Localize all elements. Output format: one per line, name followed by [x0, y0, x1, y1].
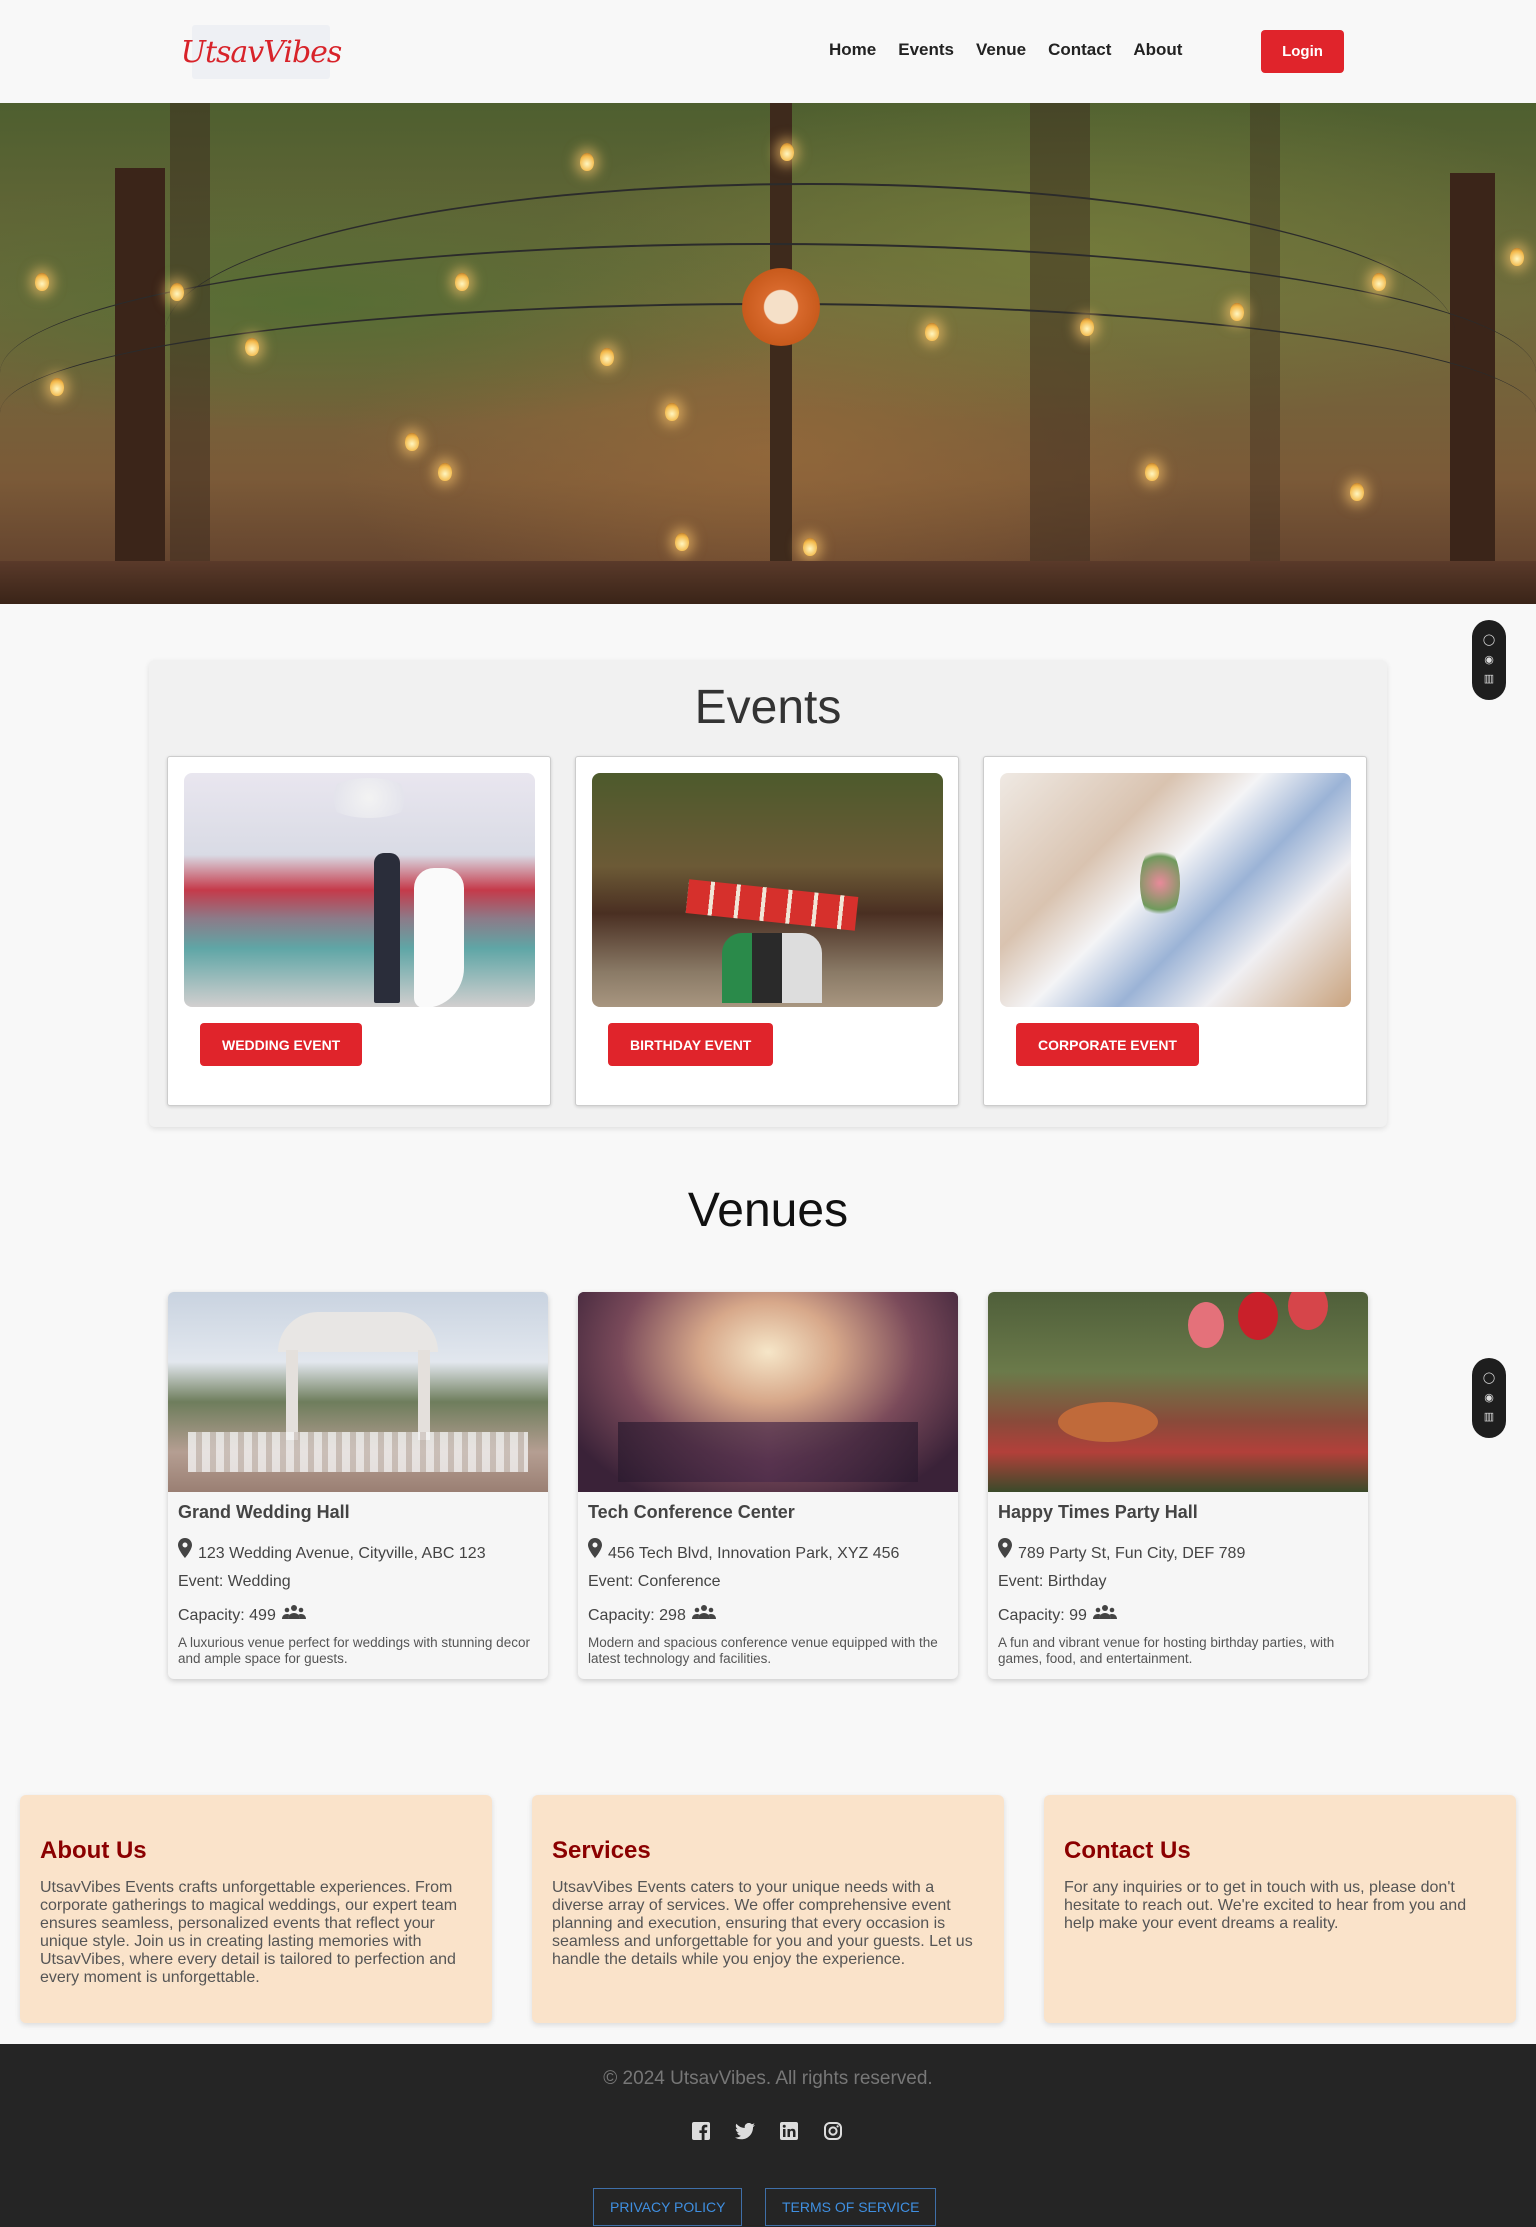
venue-description: A fun and vibrant venue for hosting birt… — [998, 1635, 1335, 1666]
services-box: Services UtsavVibes Events caters to you… — [532, 1795, 1004, 2023]
book-icon[interactable]: ▥ — [1484, 1412, 1494, 1423]
social-links — [690, 2120, 844, 2142]
wedding-hall-image — [168, 1292, 548, 1492]
site-header: UtsavVibes Home Events Venue Contact Abo… — [0, 0, 1536, 103]
venue-description: Modern and spacious conference venue equ… — [588, 1635, 938, 1666]
nav-events[interactable]: Events — [898, 40, 954, 60]
nav-venue[interactable]: Venue — [976, 40, 1026, 60]
venue-capacity-text: Capacity: 499 — [178, 1607, 276, 1624]
eye-icon[interactable]: ◉ — [1484, 1392, 1494, 1404]
services-title: Services — [552, 1837, 651, 1864]
event-card-corporate: CORPORATE EVENT — [983, 756, 1367, 1106]
venue-name: Grand Wedding Hall — [178, 1502, 350, 1522]
events-title: Events — [694, 681, 842, 734]
about-us-title: About Us — [40, 1837, 147, 1864]
site-logo[interactable]: UtsavVibes — [181, 25, 342, 79]
people-group-icon — [1092, 1604, 1117, 1625]
venue-name: Tech Conference Center — [588, 1502, 795, 1522]
venue-capacity: Capacity: 499 — [178, 1604, 306, 1625]
instagram-icon[interactable] — [822, 2120, 844, 2142]
venue-card-party-hall: Happy Times Party Hall 789 Party St, Fun… — [988, 1292, 1368, 1679]
venue-address-text: 456 Tech Blvd, Innovation Park, XYZ 456 — [608, 1545, 900, 1562]
hero-banner-image — [0, 103, 1536, 604]
venue-address-text: 123 Wedding Avenue, Cityville, ABC 123 — [198, 1545, 486, 1562]
people-group-icon — [691, 1604, 716, 1625]
location-pin-icon — [178, 1538, 192, 1563]
chat-icon[interactable]: ◯ — [1483, 1372, 1495, 1384]
venue-event-type: Event: Birthday — [998, 1573, 1107, 1590]
venue-description: A luxurious venue perfect for weddings w… — [178, 1635, 530, 1666]
eye-icon[interactable]: ◉ — [1484, 654, 1494, 666]
nav-about[interactable]: About — [1133, 40, 1182, 60]
terms-of-service-link[interactable]: TERMS OF SERVICE — [765, 2188, 937, 2226]
linkedin-icon[interactable] — [778, 2120, 800, 2142]
privacy-policy-link[interactable]: PRIVACY POLICY — [593, 2188, 743, 2226]
logo-text: UtsavVibes — [180, 34, 343, 70]
venue-card-conference-center: Tech Conference Center 456 Tech Blvd, In… — [578, 1292, 958, 1679]
nav-home[interactable]: Home — [829, 40, 876, 60]
event-card-wedding: WEDDING EVENT — [167, 756, 551, 1106]
venue-address-text: 789 Party St, Fun City, DEF 789 — [1018, 1545, 1246, 1562]
event-card-birthday: BIRTHDAY EVENT — [575, 756, 959, 1106]
twitter-icon[interactable] — [734, 2120, 756, 2142]
location-pin-icon — [998, 1538, 1012, 1563]
venue-capacity: Capacity: 298 — [588, 1604, 716, 1625]
corporate-event-button[interactable]: CORPORATE EVENT — [1016, 1023, 1199, 1066]
contact-us-title: Contact Us — [1064, 1837, 1191, 1864]
venue-name: Happy Times Party Hall — [998, 1502, 1198, 1522]
main-nav: Home Events Venue Contact About — [829, 40, 1204, 60]
location-pin-icon — [588, 1538, 602, 1563]
about-us-box: About Us UtsavVibes Events crafts unforg… — [20, 1795, 492, 2023]
venue-address: 456 Tech Blvd, Innovation Park, XYZ 456 — [588, 1538, 899, 1563]
services-text: UtsavVibes Events caters to your unique … — [552, 1879, 973, 1968]
birthday-image — [592, 773, 943, 1007]
venue-event-type: Event: Conference — [588, 1573, 721, 1590]
venue-capacity-text: Capacity: 298 — [588, 1607, 686, 1624]
copyright-text: © 2024 UtsavVibes. All rights reserved. — [603, 2068, 933, 2089]
contact-us-box: Contact Us For any inquiries or to get i… — [1044, 1795, 1516, 2023]
birthday-event-button[interactable]: BIRTHDAY EVENT — [608, 1023, 774, 1066]
venue-capacity: Capacity: 99 — [998, 1604, 1117, 1625]
venue-card-wedding-hall: Grand Wedding Hall 123 Wedding Avenue, C… — [168, 1292, 548, 1679]
nav-contact[interactable]: Contact — [1048, 40, 1111, 60]
venue-capacity-text: Capacity: 99 — [998, 1607, 1087, 1624]
about-us-text: UtsavVibes Events crafts unforgettable e… — [40, 1879, 458, 1986]
login-button[interactable]: Login — [1261, 30, 1344, 73]
contact-us-text: For any inquiries or to get in touch wit… — [1064, 1879, 1467, 1932]
corporate-image — [1000, 773, 1351, 1007]
chat-icon[interactable]: ◯ — [1483, 634, 1495, 646]
site-footer: © 2024 UtsavVibes. All rights reserved. … — [0, 2044, 1536, 2227]
party-hall-image — [988, 1292, 1368, 1492]
wedding-event-button[interactable]: WEDDING EVENT — [200, 1023, 363, 1066]
facebook-icon[interactable] — [690, 2120, 712, 2142]
conference-center-image — [578, 1292, 958, 1492]
venue-address: 789 Party St, Fun City, DEF 789 — [998, 1538, 1245, 1563]
people-group-icon — [281, 1604, 306, 1625]
venues-title: Venues — [687, 1184, 849, 1237]
venue-event-type: Event: Wedding — [178, 1573, 291, 1590]
floating-toolbar: ◯ ◉ ▥ — [1472, 1358, 1506, 1438]
venue-address: 123 Wedding Avenue, Cityville, ABC 123 — [178, 1538, 486, 1563]
wedding-image — [184, 773, 535, 1007]
